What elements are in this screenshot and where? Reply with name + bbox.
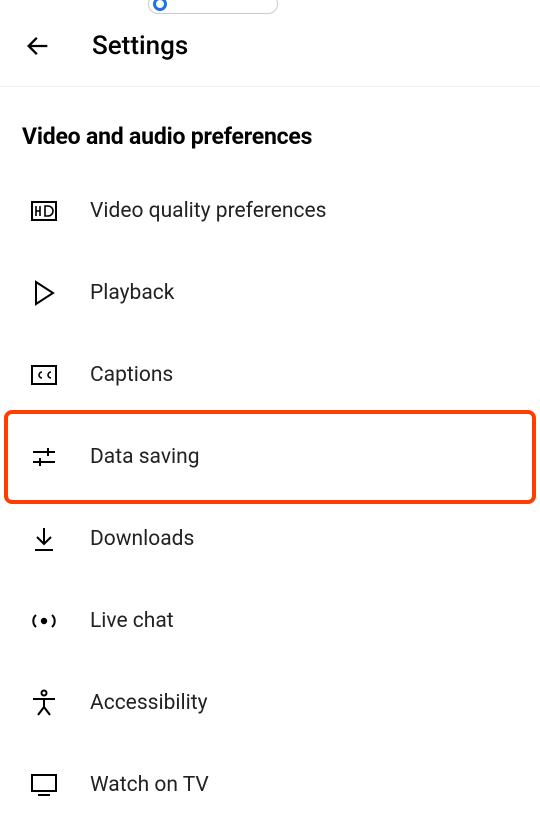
section-heading: Video and audio preferences — [0, 87, 540, 170]
menu-label: Playback — [90, 281, 174, 305]
page-title: Settings — [92, 31, 188, 61]
statusbar-pill — [148, 0, 278, 14]
play-icon — [30, 279, 58, 307]
menu-label: Data saving — [90, 445, 199, 469]
menu-item-data-saving[interactable]: Data saving — [0, 416, 540, 498]
menu-label: Watch on TV — [90, 773, 209, 797]
menu-label: Video quality preferences — [90, 199, 326, 223]
settings-menu: Video quality preferences Playback Capti… — [0, 170, 540, 826]
sliders-icon — [30, 443, 58, 471]
menu-item-video-quality[interactable]: Video quality preferences — [0, 170, 540, 252]
arrow-left-icon — [24, 32, 52, 60]
hd-icon — [30, 197, 58, 225]
header: Settings — [0, 12, 540, 87]
menu-label: Accessibility — [90, 691, 208, 715]
menu-item-watch-on-tv[interactable]: Watch on TV — [0, 744, 540, 826]
highlight-box — [4, 410, 536, 504]
cc-icon — [30, 361, 58, 389]
menu-label: Live chat — [90, 609, 174, 633]
menu-item-downloads[interactable]: Downloads — [0, 498, 540, 580]
broadcast-icon — [30, 607, 58, 635]
accessibility-icon — [30, 689, 58, 717]
menu-label: Captions — [90, 363, 173, 387]
menu-label: Downloads — [90, 527, 194, 551]
menu-item-captions[interactable]: Captions — [0, 334, 540, 416]
notification-dot-icon — [153, 0, 167, 11]
menu-item-playback[interactable]: Playback — [0, 252, 540, 334]
download-icon — [30, 525, 58, 553]
tv-icon — [30, 771, 58, 799]
menu-item-live-chat[interactable]: Live chat — [0, 580, 540, 662]
statusbar — [0, 0, 540, 12]
menu-item-accessibility[interactable]: Accessibility — [0, 662, 540, 744]
back-button[interactable] — [22, 30, 54, 62]
